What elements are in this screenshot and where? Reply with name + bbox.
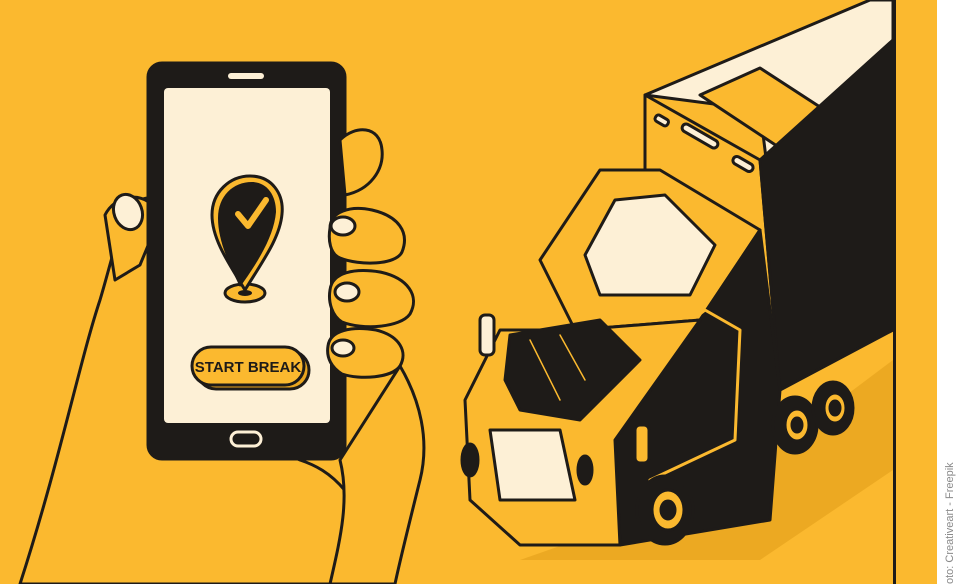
wheel xyxy=(811,380,855,436)
illustration: EL xyxy=(0,0,959,584)
side-mirror xyxy=(478,313,496,357)
speaker-slot-icon xyxy=(228,73,264,79)
smartphone: START BREAK xyxy=(146,61,347,461)
headlight xyxy=(460,442,480,478)
side-mirror xyxy=(633,423,651,465)
grille xyxy=(488,428,577,502)
fingernail xyxy=(329,215,357,237)
start-break-label: START BREAK xyxy=(195,359,302,376)
fingernail xyxy=(330,338,356,358)
fingernail xyxy=(333,281,361,303)
photo-credit: oto: Creativeart - Freepik xyxy=(944,462,956,584)
headlight xyxy=(576,454,594,486)
wheel xyxy=(771,395,819,455)
start-break-button[interactable]: START BREAK xyxy=(190,345,311,391)
wheel xyxy=(635,474,695,546)
